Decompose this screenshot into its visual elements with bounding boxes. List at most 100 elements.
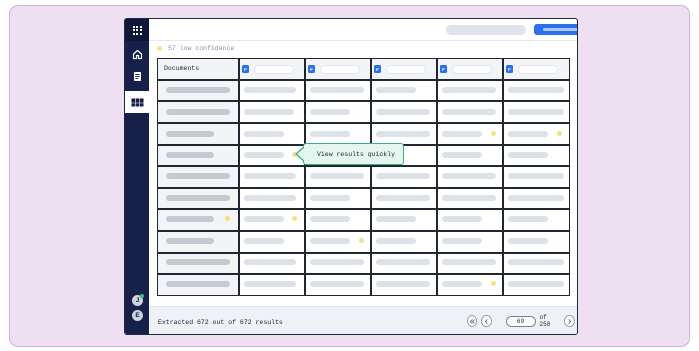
column-name-pill	[386, 64, 426, 74]
previous-page-button[interactable]	[481, 315, 492, 327]
document-name-placeholder[interactable]	[166, 131, 214, 137]
field-column-header-4[interactable]: F	[440, 63, 492, 75]
cell-value-placeholder[interactable]	[508, 131, 548, 137]
low-confidence-dot	[157, 46, 162, 51]
document-name-placeholder[interactable]	[166, 281, 230, 287]
cell-value-placeholder[interactable]	[244, 195, 296, 201]
field-column-header-1[interactable]: F	[242, 63, 294, 75]
cell-value-placeholder[interactable]	[376, 195, 430, 201]
document-name-placeholder[interactable]	[166, 152, 214, 158]
column-name-pill	[254, 64, 294, 74]
cell-value-placeholder[interactable]	[442, 216, 482, 222]
first-page-button[interactable]	[467, 315, 478, 327]
cell-value-placeholder[interactable]	[376, 238, 416, 244]
results-status: Extracted 672 out of 672 results	[158, 319, 283, 326]
document-name-placeholder[interactable]	[166, 259, 230, 265]
documents-column-header[interactable]: Documents	[164, 65, 199, 72]
cell-value-placeholder[interactable]	[244, 281, 296, 287]
chevron-right-icon	[568, 318, 572, 324]
cell-value-placeholder[interactable]	[376, 131, 430, 137]
field-column-header-3[interactable]: F	[374, 63, 426, 75]
cell-value-placeholder[interactable]	[244, 109, 294, 115]
document-name-placeholder[interactable]	[166, 216, 214, 222]
document-name-placeholder[interactable]	[166, 109, 230, 115]
field-type-badge: F	[242, 65, 249, 73]
tooltip-arrow-fill	[297, 147, 305, 161]
app-grid-button[interactable]	[125, 19, 149, 41]
cell-value-placeholder[interactable]	[376, 109, 430, 115]
cell-value-placeholder[interactable]	[310, 238, 350, 244]
cell-value-placeholder[interactable]	[508, 259, 564, 265]
cell-value-placeholder[interactable]	[244, 173, 296, 179]
page-number-input[interactable]	[505, 315, 536, 327]
field-column-header-2[interactable]: F	[308, 63, 360, 75]
field-column-header-5[interactable]: F	[506, 63, 558, 75]
avatar-initial: E	[135, 312, 140, 319]
cell-value-placeholder[interactable]	[508, 152, 548, 158]
document-icon	[133, 71, 141, 81]
cell-value-placeholder[interactable]	[442, 131, 482, 137]
cell-value-placeholder[interactable]	[508, 195, 564, 201]
cell-value-placeholder[interactable]	[376, 173, 430, 179]
field-type-badge: F	[308, 65, 315, 73]
field-type-badge: F	[440, 65, 447, 73]
primary-action-button[interactable]	[534, 24, 577, 35]
user-avatar-e[interactable]: E	[132, 310, 143, 321]
cell-value-placeholder[interactable]	[508, 216, 548, 222]
cell-value-placeholder[interactable]	[244, 131, 284, 137]
cell-value-placeholder[interactable]	[310, 259, 364, 265]
home-icon	[132, 49, 142, 59]
low-confidence-dot	[491, 281, 496, 286]
column-name-pill	[320, 64, 360, 74]
cell-value-placeholder[interactable]	[508, 238, 548, 244]
document-name-placeholder[interactable]	[166, 238, 214, 244]
top-bar	[149, 19, 577, 41]
cell-value-placeholder[interactable]	[442, 87, 496, 93]
cell-value-placeholder[interactable]	[376, 87, 416, 93]
online-status-dot	[140, 294, 144, 298]
table-icon	[131, 98, 143, 106]
cell-value-placeholder[interactable]	[310, 131, 350, 137]
cell-value-placeholder[interactable]	[244, 238, 284, 244]
sidebar: J E	[125, 19, 149, 334]
chevron-left-icon	[484, 318, 488, 324]
document-name-placeholder[interactable]	[166, 87, 230, 93]
cell-value-placeholder[interactable]	[310, 195, 350, 201]
cell-value-placeholder[interactable]	[310, 281, 364, 287]
cell-value-placeholder[interactable]	[244, 259, 296, 265]
document-name-placeholder[interactable]	[166, 195, 230, 201]
cell-value-placeholder[interactable]	[310, 173, 364, 179]
cell-value-placeholder[interactable]	[442, 281, 482, 287]
cell-value-placeholder[interactable]	[310, 109, 350, 115]
page-total-label: of 258	[539, 314, 551, 328]
sidebar-item-documents[interactable]	[125, 65, 149, 87]
cell-value-placeholder[interactable]	[442, 259, 496, 265]
cell-value-placeholder[interactable]	[376, 259, 430, 265]
cell-value-placeholder[interactable]	[442, 195, 496, 201]
cell-value-placeholder[interactable]	[244, 87, 296, 93]
search-pill[interactable]	[446, 25, 526, 35]
cell-value-placeholder[interactable]	[442, 152, 482, 158]
cell-value-placeholder[interactable]	[508, 109, 564, 115]
sidebar-item-table[interactable]	[125, 91, 149, 113]
low-confidence-dot	[225, 216, 230, 221]
cell-value-placeholder[interactable]	[310, 87, 364, 93]
cell-value-placeholder[interactable]	[244, 152, 284, 158]
cell-value-placeholder[interactable]	[508, 281, 564, 287]
user-avatar-j[interactable]: J	[132, 294, 144, 306]
cell-value-placeholder[interactable]	[508, 87, 564, 93]
document-name-placeholder[interactable]	[166, 173, 230, 179]
cell-value-placeholder[interactable]	[376, 216, 416, 222]
cell-value-placeholder[interactable]	[442, 173, 496, 179]
tooltip: View results quickly	[303, 143, 404, 165]
column-name-pill	[518, 64, 558, 74]
cell-value-placeholder[interactable]	[508, 173, 564, 179]
cell-value-placeholder[interactable]	[442, 109, 496, 115]
cell-value-placeholder[interactable]	[376, 281, 430, 287]
next-page-button[interactable]	[564, 315, 575, 327]
cell-value-placeholder[interactable]	[244, 216, 284, 222]
column-name-pill	[452, 64, 492, 74]
cell-value-placeholder[interactable]	[310, 216, 350, 222]
sidebar-item-home[interactable]	[125, 43, 149, 65]
cell-value-placeholder[interactable]	[442, 238, 482, 244]
